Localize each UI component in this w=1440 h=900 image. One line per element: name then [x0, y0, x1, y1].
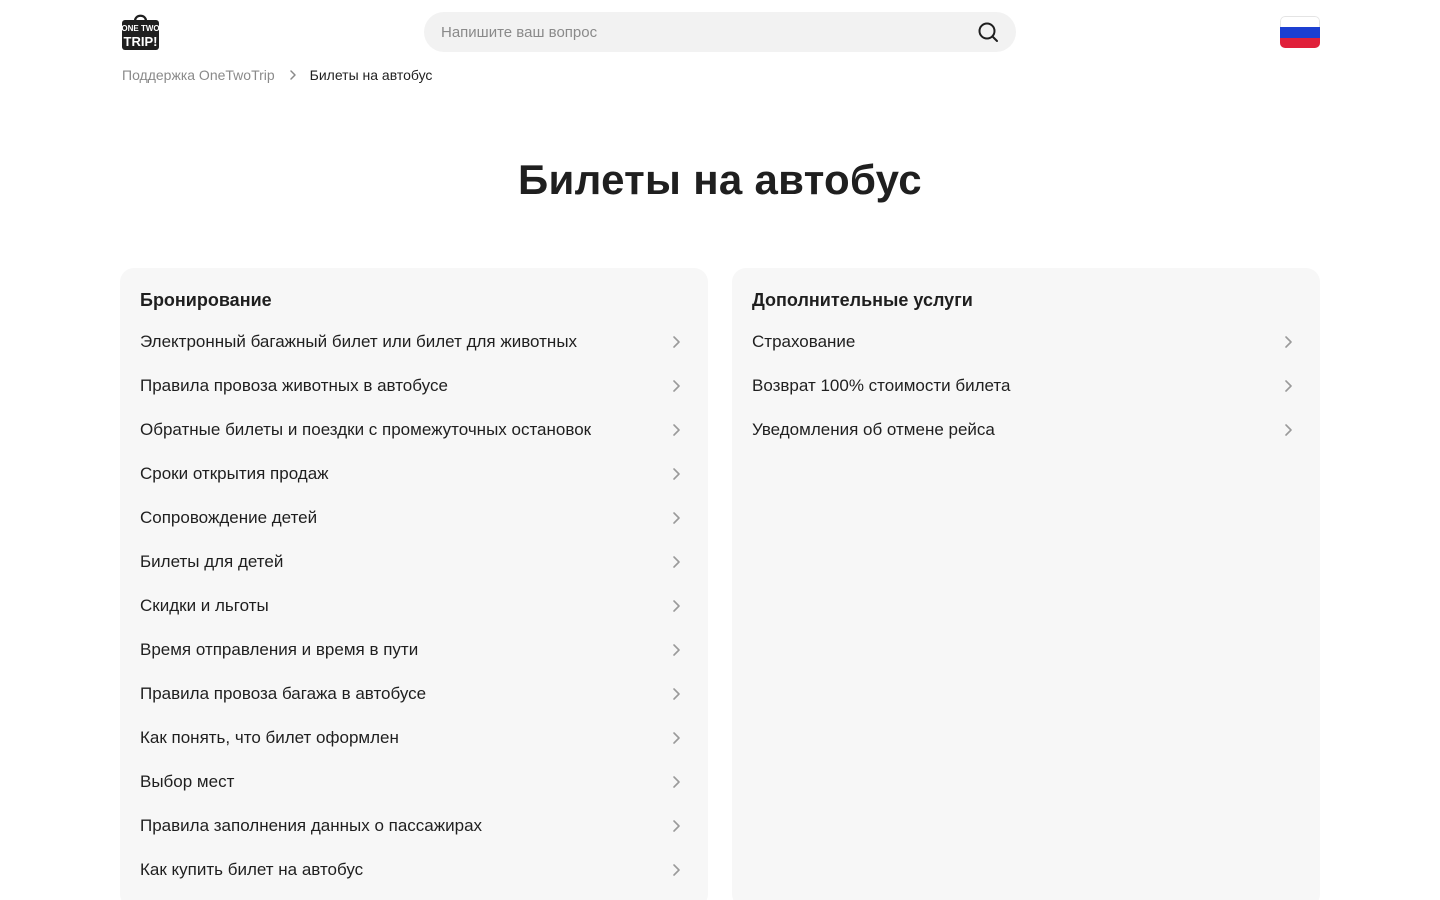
language-switcher-russian-flag-icon[interactable] — [1280, 16, 1320, 48]
chevron-right-icon — [664, 726, 688, 750]
article-label: Страхование — [752, 332, 856, 351]
article-link[interactable]: Правила провоза багажа в автобусе — [140, 672, 688, 716]
chevron-right-icon — [664, 814, 688, 838]
search-input[interactable] — [441, 23, 976, 41]
chevron-right-icon — [664, 374, 688, 398]
article-label: Возврат 100% стоимости билета — [752, 376, 1011, 395]
breadcrumb-current: Билеты на автобус — [309, 67, 433, 83]
search-icon[interactable] — [976, 20, 1000, 44]
article-label: Скидки и льготы — [140, 596, 269, 615]
section-additional-services: Дополнительные услуги Страхование Возвра… — [732, 268, 1320, 900]
article-label: Сопровождение детей — [140, 508, 318, 527]
article-label: Правила провоза животных в автобусе — [140, 376, 448, 395]
article-link[interactable]: Сроки открытия продаж — [140, 452, 688, 496]
article-link[interactable]: Выбор мест — [140, 760, 688, 804]
chevron-right-icon — [1276, 330, 1300, 354]
article-label: Уведомления об отмене рейса — [752, 420, 995, 439]
article-link[interactable]: Билеты для детей — [140, 540, 688, 584]
breadcrumb: Поддержка OneTwoTrip Билеты на автобус — [122, 67, 432, 83]
article-link[interactable]: Как понять, что билет оформлен — [140, 716, 688, 760]
article-label: Время отправления и время в пути — [140, 640, 419, 659]
chevron-right-icon — [664, 550, 688, 574]
article-link[interactable]: Обратные билеты и поездки с промежуточны… — [140, 408, 688, 452]
article-label: Правила заполнения данных о пассажирах — [140, 816, 483, 835]
chevron-right-icon — [664, 638, 688, 662]
breadcrumb-separator-chevron-icon — [289, 69, 297, 81]
article-link[interactable]: Правила заполнения данных о пассажирах — [140, 804, 688, 848]
search-bar — [424, 12, 1016, 52]
article-label: Выбор мест — [140, 772, 235, 791]
page-title: Билеты на автобус — [518, 156, 922, 203]
chevron-right-icon — [664, 330, 688, 354]
article-list: Электронный багажный билет или билет для… — [140, 320, 688, 892]
chevron-right-icon — [664, 418, 688, 442]
article-list: Страхование Возврат 100% стоимости билет… — [752, 320, 1300, 452]
article-label: Как понять, что билет оформлен — [140, 728, 399, 747]
chevron-right-icon — [664, 770, 688, 794]
logo-line2: TRIP! — [124, 34, 158, 49]
article-label: Билеты для детей — [140, 552, 284, 571]
chevron-right-icon — [664, 506, 688, 530]
chevron-right-icon — [664, 858, 688, 882]
chevron-right-icon — [664, 594, 688, 618]
logo-line1: ONE TWO — [122, 24, 159, 33]
article-label: Правила провоза багажа в автобусе — [140, 684, 427, 703]
article-link[interactable]: Уведомления об отмене рейса — [752, 408, 1300, 452]
article-link[interactable]: Сопровождение детей — [140, 496, 688, 540]
section-title: Дополнительные услуги — [752, 290, 973, 310]
article-link[interactable]: Скидки и льготы — [140, 584, 688, 628]
onetwotrip-logo[interactable]: ONE TWO TRIP! — [122, 14, 159, 50]
article-label: Обратные билеты и поездки с промежуточны… — [140, 420, 592, 439]
article-label: Как купить билет на автобус — [140, 860, 364, 879]
chevron-right-icon — [1276, 374, 1300, 398]
chevron-right-icon — [1276, 418, 1300, 442]
article-link[interactable]: Правила провоза животных в автобусе — [140, 364, 688, 408]
article-link[interactable]: Время отправления и время в пути — [140, 628, 688, 672]
chevron-right-icon — [664, 462, 688, 486]
chevron-right-icon — [664, 682, 688, 706]
article-link[interactable]: Возврат 100% стоимости билета — [752, 364, 1300, 408]
article-link[interactable]: Страхование — [752, 320, 1300, 364]
section-booking: Бронирование Электронный багажный билет … — [120, 268, 708, 900]
article-link[interactable]: Как купить билет на автобус — [140, 848, 688, 892]
article-link[interactable]: Электронный багажный билет или билет для… — [140, 320, 688, 364]
section-title: Бронирование — [140, 290, 272, 310]
article-label: Сроки открытия продаж — [140, 464, 329, 483]
breadcrumb-home-link[interactable]: Поддержка OneTwoTrip — [122, 67, 275, 83]
article-label: Электронный багажный билет или билет для… — [140, 332, 578, 351]
